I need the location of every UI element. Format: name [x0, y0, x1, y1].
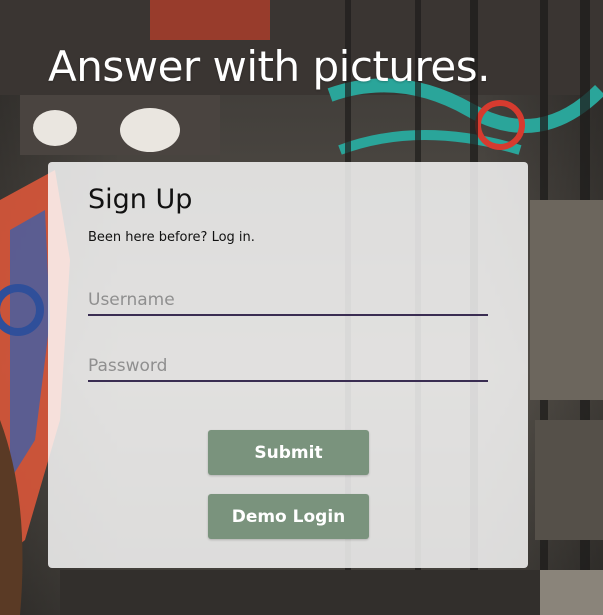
signup-card: Sign Up Been here before? Log in. Submit… [48, 162, 528, 568]
signup-title: Sign Up [88, 184, 193, 215]
password-input[interactable] [88, 352, 488, 382]
login-link[interactable]: Been here before? Log in. [88, 230, 255, 245]
username-input[interactable] [88, 286, 488, 316]
hero-headline: Answer with pictures. [48, 42, 490, 91]
submit-button[interactable]: Submit [208, 430, 369, 475]
demo-login-button[interactable]: Demo Login [208, 494, 369, 539]
